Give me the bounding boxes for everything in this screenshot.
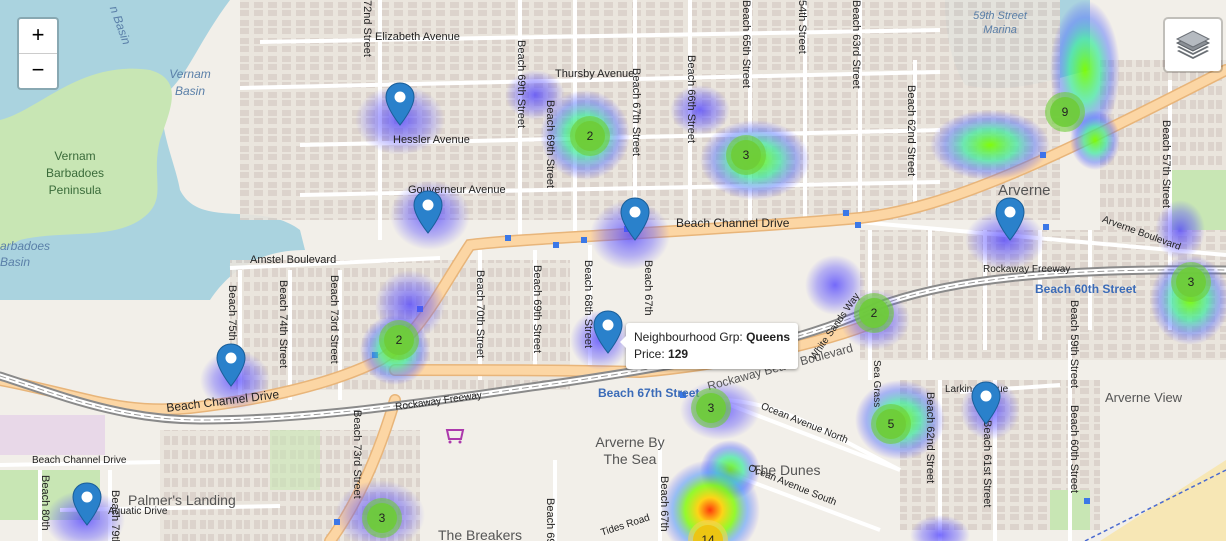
- map-marker-icon[interactable]: [72, 482, 102, 526]
- map-marker-icon[interactable]: [216, 343, 246, 387]
- beach-channel-drive-label: Beach Channel Drive: [676, 216, 790, 230]
- street-label: Beach 65th Street: [740, 0, 752, 89]
- street-label: Beach 67th: [658, 476, 670, 532]
- tooltip-price-row: Price: 129: [634, 346, 790, 363]
- zoom-in-button[interactable]: +: [19, 19, 57, 53]
- marker-cluster[interactable]: 2: [379, 320, 419, 360]
- street-label: Beach 67th Street: [630, 68, 642, 157]
- street-label: Beach 60th Street: [1068, 405, 1080, 494]
- marina-label: 59th Street Marina: [973, 10, 1027, 36]
- arverne-view-label: Arverne View: [1105, 390, 1183, 405]
- street-label: Beach 75th: [226, 285, 238, 341]
- street-label: Beach 62nd Street: [924, 392, 936, 484]
- tooltip-group-label: Neighbourhood Grp:: [634, 330, 743, 344]
- marker-cluster[interactable]: 2: [854, 293, 894, 333]
- street-label: Beach 74th Street: [277, 280, 289, 369]
- map-marker-icon[interactable]: [620, 197, 650, 241]
- the-breakers-label: The Breakers: [438, 527, 523, 541]
- arverne-by-the-sea-label: Arverne By The Sea: [595, 434, 665, 467]
- street-label: Beach 69th Street: [544, 100, 556, 189]
- street-label: Beach 69th Street: [515, 40, 527, 129]
- zoom-out-button[interactable]: −: [19, 53, 57, 88]
- tooltip-price-label: Price:: [634, 347, 665, 361]
- street-label: 72nd Street: [361, 0, 373, 57]
- street-label: Beach 70th Street: [474, 270, 486, 359]
- elizabeth-ave-label: Elizabeth Avenue: [375, 31, 460, 43]
- street-label: Beach 73rd Street: [328, 275, 340, 364]
- station-67-label: Beach 67th Street: [598, 386, 700, 400]
- map-marker-icon[interactable]: [971, 381, 1001, 425]
- hessler-ave-label: Hessler Avenue: [393, 134, 470, 146]
- street-label: Beach 66th Street: [685, 55, 697, 144]
- marker-cluster[interactable]: 3: [691, 388, 731, 428]
- street-label: Beach 57th Street: [1160, 120, 1172, 209]
- marker-cluster[interactable]: 9: [1045, 92, 1085, 132]
- map-marker-icon[interactable]: [385, 82, 415, 126]
- street-label: Beach 80th: [39, 475, 51, 531]
- marker-cluster[interactable]: 3: [1171, 262, 1211, 302]
- marker-cluster[interactable]: 5: [871, 404, 911, 444]
- street-label: Beach 67th: [642, 260, 654, 316]
- map[interactable]: n Basin Vernam Basin Vernam Barbadoes Pe…: [0, 0, 1226, 541]
- station-60-label: Beach 60th Street: [1035, 282, 1137, 296]
- marker-tooltip: Neighbourhood Grp: Queens Price: 129: [619, 323, 799, 369]
- beach-channel-drive-bottom-label: Beach Channel Drive: [32, 455, 127, 466]
- marker-cluster[interactable]: 3: [726, 135, 766, 175]
- barbadoes-basin-label: arbadoes Basin: [0, 239, 51, 269]
- rockaway-freeway-right-label: Rockaway Freeway: [983, 264, 1071, 275]
- street-label: Beach 79th: [109, 490, 121, 541]
- tooltip-group-row: Neighbourhood Grp: Queens: [634, 329, 790, 346]
- zoom-control: + −: [17, 17, 59, 90]
- sea-grass-label: Sea Grass: [871, 360, 882, 408]
- street-label: Beach 61st Street: [981, 420, 993, 508]
- street-label: Beach 69: [544, 498, 556, 541]
- tooltip-group-value: Queens: [746, 330, 791, 344]
- map-marker-icon[interactable]: [995, 197, 1025, 241]
- street-label: Beach 69th Street: [531, 265, 543, 354]
- street-label: Beach 63rd Street: [850, 0, 862, 89]
- street-label: Beach 59th Street: [1068, 300, 1080, 389]
- marker-cluster[interactable]: 2: [570, 116, 610, 156]
- layers-icon: [1175, 30, 1211, 59]
- tooltip-price-value: 129: [668, 347, 689, 361]
- peninsula-label: Vernam Barbadoes Peninsula: [45, 149, 105, 197]
- thursby-ave-label: Thursby Avenue: [555, 68, 635, 80]
- amstel-blvd-label: Amstel Boulevard: [250, 254, 337, 266]
- marker-cluster[interactable]: 3: [362, 498, 402, 538]
- layers-control-button[interactable]: [1163, 17, 1223, 73]
- map-marker-icon[interactable]: [413, 190, 443, 234]
- street-label: Beach 73rd Street: [351, 410, 363, 499]
- vernam-basin-label: Vernam Basin: [169, 67, 211, 98]
- street-label: 54th Street: [796, 0, 808, 54]
- street-label: Beach 62nd Street: [905, 85, 917, 177]
